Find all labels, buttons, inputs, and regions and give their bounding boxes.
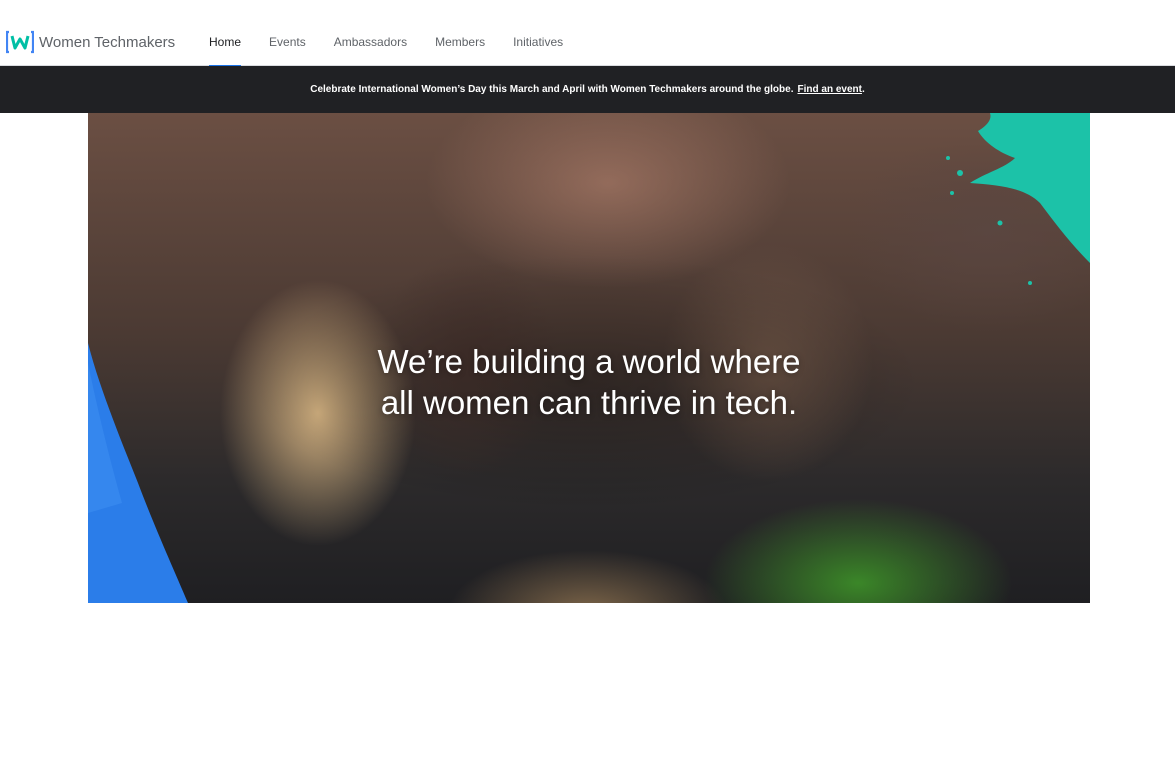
announcement-banner: Celebrate International Women’s Day this… <box>0 66 1175 113</box>
announcement-suffix: . <box>861 84 865 95</box>
find-an-event-link[interactable]: Find an event <box>798 84 862 95</box>
brand-name: Women Techmakers <box>39 33 176 51</box>
wtm-logo-icon <box>6 30 34 54</box>
hero-headline-line-2: all women can thrive in tech. <box>380 384 798 421</box>
site-header: Women Techmakers Home Events Ambassadors… <box>0 0 1175 67</box>
nav-tab-home[interactable]: Home <box>195 0 255 67</box>
main-nav: Home Events Ambassadors Members Initiati… <box>195 0 577 67</box>
hero-image: We’re building a world where all women c… <box>88 113 1090 603</box>
nav-tab-initiatives[interactable]: Initiatives <box>499 0 577 66</box>
nav-tab-members[interactable]: Members <box>421 0 499 66</box>
hero-headline-line-1: We’re building a world where <box>377 343 801 380</box>
nav-tab-events[interactable]: Events <box>255 0 320 66</box>
announcement-text: Celebrate International Women’s Day this… <box>310 84 794 95</box>
teal-paint-splash <box>946 113 1090 285</box>
nav-tab-ambassadors[interactable]: Ambassadors <box>320 0 421 66</box>
brand-logo-link[interactable]: Women Techmakers <box>6 29 175 55</box>
hero-headline: We’re building a world where all women c… <box>88 341 1090 423</box>
